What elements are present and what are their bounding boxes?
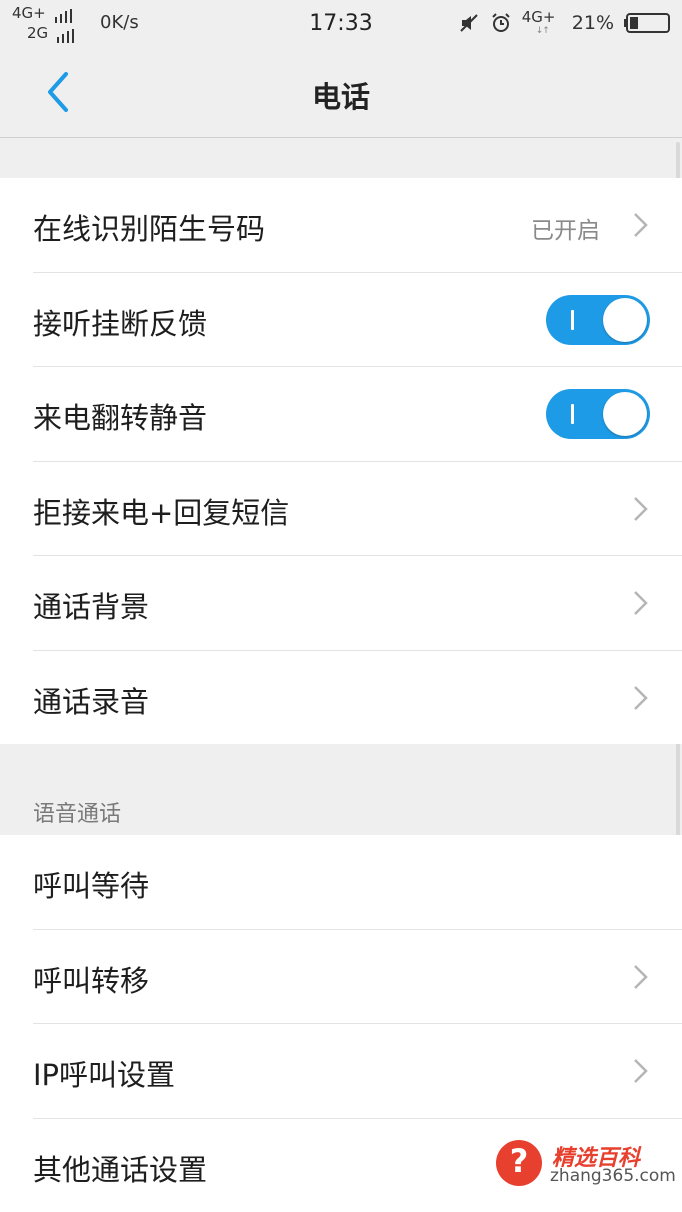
setting-call-background[interactable]: 通话背景	[0, 556, 682, 651]
mute-icon	[460, 14, 478, 32]
battery-icon	[624, 13, 670, 33]
data-arrows-icon: ↓↑	[535, 26, 550, 36]
watermark-question-mark: ?	[509, 1142, 529, 1180]
answer-feedback-toggle[interactable]	[546, 294, 650, 345]
setting-call-recording[interactable]: 通话录音	[0, 651, 682, 746]
setting-label: 接听挂断反馈	[33, 306, 208, 341]
setting-label: 呼叫转移	[33, 963, 150, 998]
setting-label: 来电翻转静音	[33, 401, 208, 436]
setting-reject-reply-sms[interactable]: 拒接来电+回复短信	[0, 462, 682, 557]
setting-label: 在线识别陌生号码	[33, 212, 266, 246]
alarm-icon	[492, 13, 510, 32]
settings-group-call: 在线识别陌生号码 已开启 接听挂断反馈 来电翻转静音 拒接来电+回复短信 通话背…	[0, 178, 682, 744]
setting-label: 通话背景	[33, 590, 150, 625]
setting-call-forwarding[interactable]: 呼叫转移	[0, 930, 682, 1025]
watermark-logo: ? 精选百科 zhang365.com	[494, 1136, 680, 1192]
flip-mute-toggle[interactable]	[546, 389, 650, 440]
chevron-right-icon	[634, 1059, 648, 1084]
watermark-domain: zhang365.com	[550, 1166, 676, 1186]
section-header-voice-call: 语音通话	[33, 802, 122, 827]
page-title: 电话	[311, 80, 370, 114]
chevron-right-icon	[634, 496, 648, 521]
nav-bar: 电话	[0, 46, 682, 138]
chevron-right-icon	[634, 213, 648, 237]
setting-label: 通话录音	[33, 684, 150, 719]
setting-label: IP呼叫设置	[33, 1058, 176, 1093]
setting-answer-hangup-feedback: 接听挂断反馈	[0, 273, 682, 368]
chevron-right-icon	[634, 591, 648, 616]
chevron-right-icon	[634, 686, 648, 710]
toggle-knob	[603, 392, 647, 437]
setting-call-waiting[interactable]: 呼叫等待	[0, 835, 682, 930]
status-bar: 4G+ 2G 0K/s 17:33 4G+ ↓↑ 21%	[0, 0, 682, 46]
battery-percent: 21%	[571, 12, 614, 34]
setting-status: 已开启	[531, 218, 600, 244]
setting-ip-call[interactable]: IP呼叫设置	[0, 1024, 682, 1119]
toggle-on-mark	[571, 309, 574, 330]
setting-label: 拒接来电+回复短信	[33, 495, 290, 530]
status-icons: 4G+ ↓↑ 21%	[448, 8, 672, 36]
setting-label: 其他通话设置	[33, 1152, 208, 1187]
mobile-data-type: 4G+	[521, 8, 556, 26]
setting-stranger-number-recognition[interactable]: 在线识别陌生号码 已开启	[0, 178, 682, 273]
toggle-on-mark	[571, 404, 574, 425]
mobile-data-indicator: 4G+ ↓↑	[521, 8, 562, 36]
setting-label: 呼叫等待	[33, 869, 150, 903]
chevron-right-icon	[634, 964, 648, 989]
toggle-knob	[603, 297, 647, 342]
screen: 4G+ 2G 0K/s 17:33 4G+ ↓↑ 21% 电话 在线识别陌生号码…	[0, 0, 682, 1212]
setting-flip-to-mute: 来电翻转静音	[0, 367, 682, 462]
